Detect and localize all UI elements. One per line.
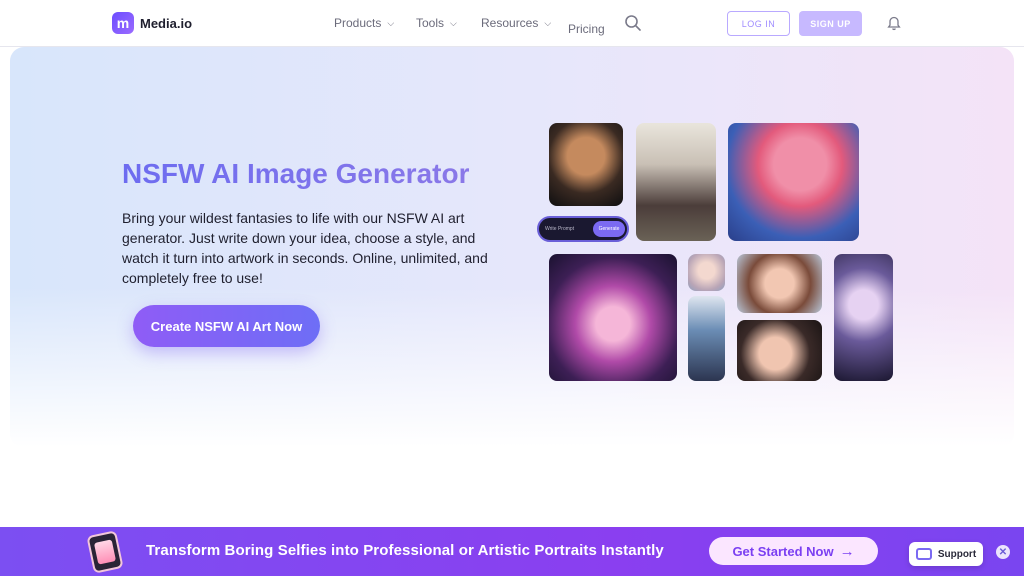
banner-text: Transform Boring Selfies into Profession…	[146, 542, 664, 559]
chat-icon	[915, 548, 932, 560]
nav-resources-label: Resources	[481, 16, 539, 30]
gallery-image	[737, 320, 822, 381]
prompt-pill: Write Prompt Generate	[537, 216, 629, 242]
chevron-down-icon: ⌵	[450, 17, 457, 28]
get-started-label: Get Started Now	[732, 543, 834, 559]
logo[interactable]: m Media.io	[112, 12, 192, 34]
gallery-image	[549, 254, 677, 381]
chevron-down-icon: ⌵	[387, 17, 395, 28]
phone-icon	[86, 530, 124, 574]
gallery-image	[834, 254, 893, 381]
close-icon[interactable]: ✕	[996, 545, 1010, 559]
logo-icon: m	[112, 12, 134, 34]
support-button[interactable]: Support	[909, 542, 983, 566]
nav-tools[interactable]: Tools ⌵	[416, 16, 457, 30]
gallery-image	[688, 254, 725, 291]
get-started-button[interactable]: Get Started Now →	[709, 537, 878, 565]
gallery-image	[688, 296, 725, 381]
support-label: Support	[937, 548, 977, 560]
nav-tools-label: Tools	[416, 16, 445, 30]
nav-products-label: Products	[334, 16, 382, 30]
chevron-down-icon: ⌵	[544, 17, 552, 28]
prompt-generate-label: Generate	[593, 221, 625, 237]
nav-pricing[interactable]: Pricing	[568, 22, 605, 36]
search-icon[interactable]	[624, 14, 642, 32]
login-button[interactable]: LOG IN	[727, 11, 790, 36]
page-title: NSFW AI Image Generator	[122, 158, 470, 189]
gallery-image	[737, 254, 822, 313]
arrow-right-icon: →	[839, 542, 855, 560]
gallery-image	[549, 123, 623, 206]
hero-description: Bring your wildest fantasies to life wit…	[122, 210, 488, 286]
signup-button[interactable]: SIGN UP	[799, 11, 862, 36]
top-navbar: m Media.io Products ⌵ Tools ⌵ Resources …	[0, 0, 1024, 47]
create-art-button[interactable]: Create NSFW AI Art Now	[133, 305, 320, 347]
nav-pricing-label: Pricing	[568, 22, 605, 36]
bell-icon[interactable]	[887, 16, 901, 31]
gallery-image	[728, 123, 859, 241]
gallery-image	[636, 123, 716, 241]
prompt-placeholder: Write Prompt	[545, 226, 575, 232]
nav-products[interactable]: Products ⌵	[334, 16, 394, 30]
phone-screen	[93, 539, 117, 565]
nav-resources[interactable]: Resources ⌵	[481, 16, 551, 30]
logo-text: Media.io	[140, 15, 193, 31]
